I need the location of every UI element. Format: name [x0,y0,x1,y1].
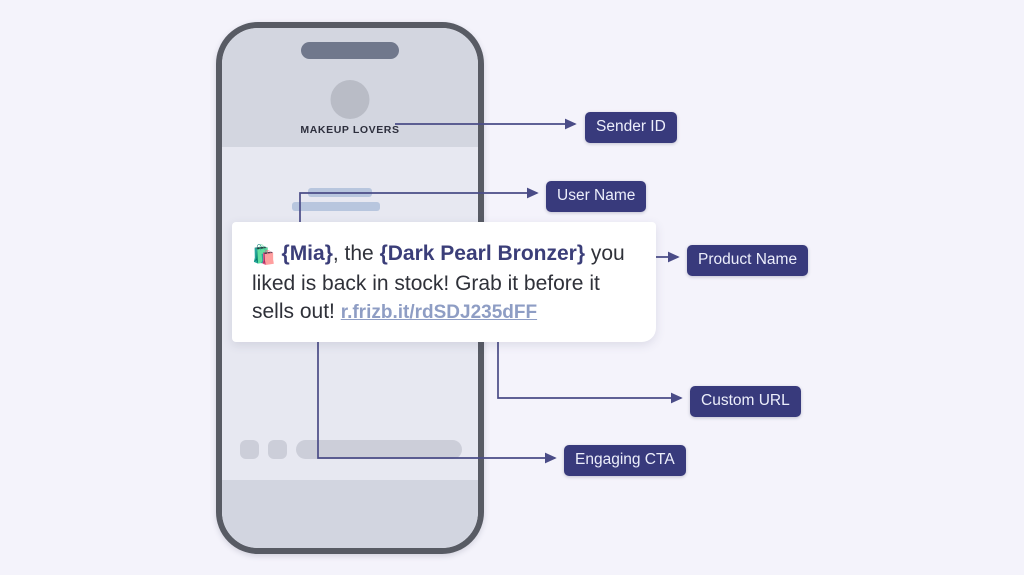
diagram-canvas: MAKEUP LOVERS 🛍️ {Mia}, the {Dark Pearl … [0,0,1024,575]
annotation-badge-product-name: Product Name [687,245,809,276]
phone-home-area [222,480,478,548]
sms-message-text: 🛍️ {Mia}, the {Dark Pearl Bronzer} you l… [252,240,636,327]
placeholder-bar [292,202,380,211]
user-name-token: {Mia} [281,242,333,265]
annotation-badge-user-name: User Name [546,181,647,212]
message-input-field[interactable] [296,440,462,459]
custom-url-link[interactable]: r.frizb.it/rdSDJ235dFF [341,302,537,323]
annotation-badge-sender-id: Sender ID [585,112,677,143]
sms-message-bubble: 🛍️ {Mia}, the {Dark Pearl Bronzer} you l… [232,222,656,342]
sender-id-text: MAKEUP LOVERS [300,124,400,136]
phone-notch-icon [301,42,399,59]
camera-icon[interactable] [268,440,287,459]
shopping-bag-icon: 🛍️ [252,245,276,266]
placeholder-bar [308,188,372,197]
avatar [330,80,370,119]
attachment-icon[interactable] [240,440,259,459]
annotation-badge-custom-url: Custom URL [690,386,801,417]
message-compose-bar [222,432,478,468]
annotation-badge-engaging-cta: Engaging CTA [564,445,686,476]
messaging-app-header: MAKEUP LOVERS [222,28,478,147]
message-connector-text: , the [332,242,380,265]
product-name-token: {Dark Pearl Bronzer} [379,242,586,265]
